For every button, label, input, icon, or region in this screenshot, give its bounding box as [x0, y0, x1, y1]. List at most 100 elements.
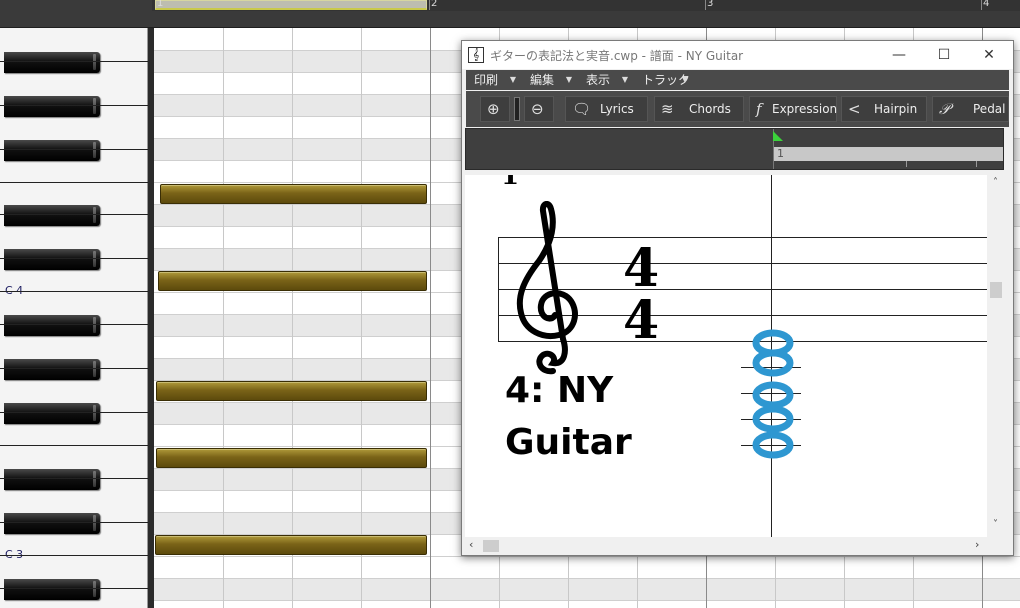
black-key[interactable] — [4, 359, 100, 380]
chevron-down-icon: ▼ — [681, 75, 688, 84]
score-toolbar: ⊕ ⊖ 🗨 Lyrics ≋ Chords f Expression < Hai… — [466, 91, 1009, 127]
track-name-line2: Guitar — [505, 422, 632, 463]
chords-icon: ≋ — [661, 100, 674, 118]
scroll-down-icon[interactable]: ˅ — [987, 519, 1004, 530]
grid-beat-line — [361, 28, 362, 608]
midi-note[interactable] — [156, 448, 427, 468]
score-ruler-tick — [906, 161, 907, 167]
menu-edit[interactable]: 編集 ▼ — [522, 70, 576, 90]
ruler-marker-3: 3 — [707, 0, 714, 9]
expression-button[interactable]: f Expression — [749, 96, 837, 122]
midi-note[interactable] — [160, 184, 427, 204]
scroll-right-icon[interactable]: › — [975, 538, 979, 551]
zoom-in-button[interactable]: ⊕ — [480, 96, 510, 122]
ruler-marker-1: 1 — [157, 0, 164, 9]
minimize-button[interactable]: — — [876, 43, 922, 67]
vertical-scroll-thumb[interactable] — [990, 282, 1002, 298]
track-name-line1: 4: NY — [505, 370, 614, 411]
ruler-tick — [981, 0, 982, 10]
ruler-marker-4: 4 — [983, 0, 990, 9]
key-divider — [0, 291, 148, 292]
score-ruler-bar — [773, 147, 1003, 161]
chords-button[interactable]: ≋ Chords — [654, 96, 744, 122]
window-title: ギターの表記法と実音.cwp - 譜面 - NY Guitar — [490, 49, 744, 63]
black-key[interactable] — [4, 403, 100, 424]
vertical-scrollbar[interactable]: ˄ ˅ — [987, 175, 1004, 537]
key-divider — [0, 182, 148, 183]
chevron-down-icon: ▼ — [621, 75, 628, 84]
lyrics-icon: 🗨 — [572, 100, 592, 118]
grid-beat-line — [223, 28, 224, 608]
key-divider — [0, 445, 148, 446]
key-divider — [0, 258, 148, 259]
key-divider — [0, 105, 148, 106]
title-bar[interactable]: 𝄞 ギターの表記法と実音.cwp - 譜面 - NY Guitar — ☐ ✕ — [462, 41, 1013, 69]
horizontal-scroll-thumb[interactable] — [483, 540, 499, 552]
black-key[interactable] — [4, 96, 100, 117]
key-divider — [0, 368, 148, 369]
grid-hline — [154, 556, 1020, 557]
forte-icon: f — [756, 100, 762, 118]
black-key[interactable] — [4, 52, 100, 73]
black-key[interactable] — [4, 513, 100, 534]
zoom-out-icon: ⊖ — [531, 100, 544, 118]
chords-label: Chords — [689, 102, 731, 116]
piano-roll-ruler[interactable]: 1 2 3 4 — [0, 0, 1020, 28]
horizontal-scrollbar[interactable]: ‹ › — [465, 537, 987, 554]
menu-bar: 印刷 ▼ 編集 ▼ 表示 ▼ トラック ▼ — [466, 70, 1009, 90]
black-key[interactable] — [4, 140, 100, 161]
black-key[interactable] — [4, 469, 100, 490]
black-key[interactable] — [4, 315, 100, 336]
zoom-in-icon: ⊕ — [487, 100, 500, 118]
ruler-corner — [0, 0, 148, 14]
key-divider — [0, 149, 148, 150]
pedal-icon: 𝒫 — [939, 100, 950, 118]
key-divider — [0, 555, 148, 556]
whole-note-chord-icon — [752, 329, 794, 459]
menu-edit-label: 編集 — [530, 73, 555, 87]
app-icon: 𝄞 — [468, 47, 484, 63]
playhead-marker[interactable] — [773, 131, 783, 141]
piano-keyboard[interactable]: C 4 C 3 — [0, 28, 148, 608]
chevron-down-icon: ▼ — [509, 75, 516, 84]
pedal-button[interactable]: 𝒫 Pedal — [932, 96, 1009, 122]
key-divider — [0, 61, 148, 62]
score-ruler[interactable]: 1 — [465, 128, 1004, 170]
maximize-button[interactable]: ☐ — [921, 43, 967, 67]
key-divider — [0, 588, 148, 589]
key-divider — [0, 412, 148, 413]
black-key[interactable] — [4, 205, 100, 226]
staff-start-line — [498, 237, 499, 342]
expression-label: Expression — [772, 102, 838, 116]
black-key[interactable] — [4, 249, 100, 270]
scroll-left-icon[interactable]: ‹ — [469, 538, 473, 551]
menu-view[interactable]: 表示 ▼ — [578, 70, 632, 90]
score-ruler-tick — [976, 161, 977, 167]
app-root: 1 2 3 4 C 4 C 3 𝄞 ギターの表記法と実音.cwp - 譜面 - … — [0, 0, 1020, 608]
zoom-out-button[interactable]: ⊖ — [524, 96, 554, 122]
scroll-up-icon[interactable]: ˄ — [987, 177, 1004, 188]
zoom-slider[interactable] — [514, 97, 520, 121]
midi-note[interactable] — [158, 271, 427, 291]
key-divider — [0, 324, 148, 325]
menu-track[interactable]: トラック ▼ — [634, 70, 692, 90]
close-button[interactable]: ✕ — [966, 43, 1012, 67]
grid-bar-line — [430, 28, 431, 608]
midi-note[interactable] — [155, 535, 427, 555]
menu-print-label: 印刷 — [474, 73, 499, 87]
score-window[interactable]: 𝄞 ギターの表記法と実音.cwp - 譜面 - NY Guitar — ☐ ✕ … — [461, 40, 1014, 556]
score-canvas[interactable]: 1 4 4 4: NY Guitar — [465, 175, 987, 537]
black-key[interactable] — [4, 579, 100, 600]
ruler-tick — [705, 0, 706, 10]
hairpin-icon: < — [848, 100, 861, 118]
menu-print[interactable]: 印刷 ▼ — [466, 70, 520, 90]
grid-row-shaded — [154, 578, 1020, 600]
midi-note[interactable] — [156, 381, 427, 401]
ruler-selection[interactable] — [155, 0, 427, 10]
menu-view-label: 表示 — [586, 73, 611, 87]
hairpin-button[interactable]: < Hairpin — [841, 96, 927, 122]
measure-number: 1 — [501, 175, 520, 191]
grid-hline — [154, 600, 1020, 601]
lyrics-button[interactable]: 🗨 Lyrics — [565, 96, 648, 122]
hairpin-label: Hairpin — [874, 102, 918, 116]
